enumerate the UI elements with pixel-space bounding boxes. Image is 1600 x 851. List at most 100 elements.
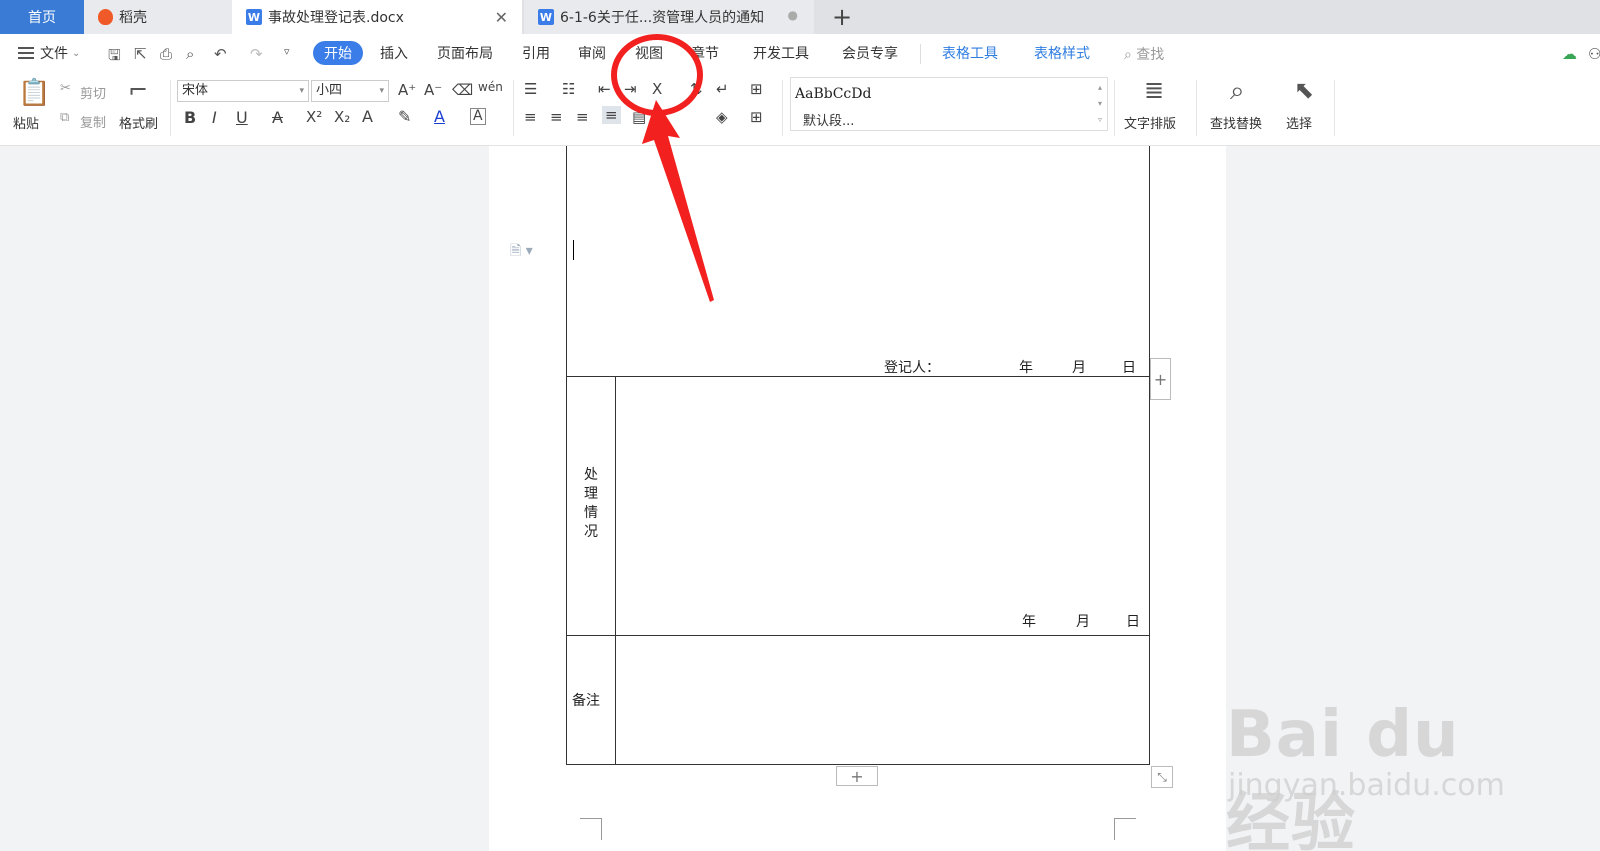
paste-button[interactable]: 粘贴	[13, 113, 39, 132]
search-icon[interactable]: ⌕	[1230, 76, 1245, 107]
word-doc-icon: W	[538, 9, 554, 25]
menu-start[interactable]: 开始	[313, 41, 363, 65]
align-right-icon[interactable]: ≡	[576, 108, 589, 126]
tab-stops-icon[interactable]: ⊞	[750, 80, 763, 98]
watermark-url: jingyan.baidu.com	[1228, 768, 1505, 803]
font-family-select[interactable]: 宋体 ▾	[177, 80, 309, 102]
export-icon[interactable]: ⇱	[134, 45, 147, 63]
cursor-select-icon[interactable]: ⬉	[1294, 76, 1314, 104]
italic-icon[interactable]: I	[212, 108, 217, 127]
font-size-select[interactable]: 小四 ▾	[311, 80, 389, 102]
add-row-button[interactable]: +	[1150, 358, 1171, 400]
handling-label: 处理情况	[584, 467, 598, 540]
select-button[interactable]: 选择	[1286, 113, 1312, 132]
font-family-value: 宋体	[182, 83, 209, 98]
menu-table-style[interactable]: 表格样式	[1034, 43, 1090, 63]
text-layout-icon[interactable]: ≣	[1144, 76, 1164, 104]
menu-table-tools[interactable]: 表格工具	[942, 43, 998, 63]
format-painter-button[interactable]: 格式刷	[119, 113, 158, 132]
ribbon-divider	[513, 80, 514, 136]
user-icon[interactable]: ⚇	[1588, 45, 1600, 63]
text-cursor	[573, 240, 574, 260]
menu-divider	[920, 44, 921, 64]
tab-doc2-label: 6-1-6关于任...资管理人员的通知	[560, 10, 765, 26]
superscript-icon[interactable]: X²	[306, 108, 322, 126]
day-label: 日	[1122, 360, 1136, 376]
style-scroll[interactable]: ▴ ▾ ▿	[1095, 80, 1105, 128]
font-size-value: 小四	[316, 83, 343, 98]
undo-icon[interactable]: ↶	[214, 45, 227, 63]
year-label: 年	[1022, 614, 1036, 630]
show-marks-icon[interactable]: ↵	[716, 80, 729, 98]
customize-toolbar-icon[interactable]: ▿	[284, 45, 290, 58]
numbered-list-icon[interactable]: ☷	[562, 80, 575, 98]
tab-daoke[interactable]: 稻壳	[84, 0, 232, 34]
print-preview-icon[interactable]: ⌕	[186, 45, 194, 63]
chevron-down-icon: ⌄	[72, 47, 81, 59]
unsaved-dot-icon[interactable]: ●	[788, 8, 798, 22]
borders-icon[interactable]: ⊞	[750, 108, 763, 126]
align-center-icon[interactable]: ≡	[550, 108, 563, 126]
grow-font-icon[interactable]: A⁺	[398, 81, 416, 99]
print-icon[interactable]: ⎙	[160, 45, 172, 63]
ribbon-divider	[782, 80, 783, 136]
chevron-down-icon: ▾	[299, 86, 304, 96]
style-name: 默认段...	[803, 114, 855, 129]
redo-icon[interactable]: ↷	[250, 45, 263, 63]
new-tab-button[interactable]: +	[822, 0, 862, 34]
copy-button[interactable]: 复制	[80, 112, 106, 131]
bold-icon[interactable]: B	[184, 108, 196, 127]
find-replace-button[interactable]: 查找替换	[1210, 113, 1262, 132]
copy-icon[interactable]: ⧉	[60, 110, 69, 125]
format-painter-icon[interactable]: ⌐	[128, 76, 148, 104]
font-color-icon[interactable]: A	[434, 107, 445, 126]
menu-developer[interactable]: 开发工具	[753, 43, 809, 63]
text-effect-icon[interactable]: A	[362, 107, 373, 126]
menu-references[interactable]: 引用	[522, 43, 550, 63]
highlight-icon[interactable]: ✎	[398, 107, 411, 126]
justify-icon[interactable]: ≡	[602, 106, 621, 124]
tab-doc1-label: 事故处理登记表.docx	[268, 10, 404, 26]
style-gallery[interactable]: AaBbCcDd 默认段... ▴ ▾ ▿	[790, 77, 1108, 131]
tab-home-label: 首页	[28, 10, 56, 26]
phonetic-guide-icon[interactable]: wén	[478, 80, 503, 94]
cloud-sync-icon[interactable]: ☁	[1562, 45, 1577, 63]
style-sample: AaBbCcDd	[795, 86, 872, 102]
subscript-icon[interactable]: X₂	[334, 108, 350, 126]
cut-icon[interactable]: ✂	[60, 81, 71, 96]
text-layout-button[interactable]: 文字排版	[1124, 113, 1176, 132]
document-icon[interactable]: 🗎 ▾	[510, 240, 533, 264]
underline-icon[interactable]: U	[236, 108, 248, 127]
search-command[interactable]: ⌕ 查找	[1124, 44, 1164, 64]
menu-member[interactable]: 会员专享	[842, 43, 898, 63]
ribbon-divider	[1114, 80, 1115, 136]
tab-home[interactable]: 首页	[0, 0, 84, 34]
char-border-icon[interactable]: A	[470, 108, 486, 125]
menu-page-layout[interactable]: 页面布局	[437, 43, 493, 63]
cut-button[interactable]: 剪切	[80, 83, 106, 102]
align-left-icon[interactable]: ≡	[524, 108, 537, 126]
month-label: 月	[1076, 614, 1090, 630]
close-icon[interactable]: ✕	[495, 8, 508, 27]
tab-bar: 首页 稻壳 W 事故处理登记表.docx ✕ W 6-1-6关于任...资管理人…	[0, 0, 1600, 34]
menu-insert[interactable]: 插入	[380, 43, 408, 63]
file-menu[interactable]: 文件 ⌄	[18, 43, 80, 63]
strikethrough-icon[interactable]: A	[272, 108, 283, 127]
tab-document-active[interactable]: W 事故处理登记表.docx ✕	[232, 0, 522, 34]
ribbon-toolbar: 📋 粘贴 ✂ 剪切 ⧉ 复制 ⌐ 格式刷 宋体 ▾ 小四 ▾ A⁺ A⁻ ⌫ w…	[0, 72, 1600, 146]
margin-corner-mark	[1114, 818, 1136, 840]
file-menu-label: 文件	[40, 46, 68, 62]
clear-format-icon[interactable]: ⌫	[452, 81, 473, 99]
tab-daoke-label: 稻壳	[119, 10, 147, 26]
shrink-font-icon[interactable]: A⁻	[424, 81, 442, 99]
save-icon[interactable]: 🖫	[108, 45, 121, 70]
decrease-indent-icon[interactable]: ⇤	[598, 80, 611, 98]
table-resize-handle[interactable]: ⤡	[1151, 766, 1173, 788]
bullet-list-icon[interactable]: ☰	[524, 80, 537, 98]
add-row-bottom-button[interactable]: +	[836, 766, 878, 786]
hamburger-icon	[18, 47, 34, 59]
paste-icon[interactable]: 📋	[18, 78, 50, 108]
search-icon: ⌕	[1124, 47, 1132, 63]
tab-document-2[interactable]: W 6-1-6关于任...资管理人员的通知 ●	[524, 0, 814, 34]
menu-review[interactable]: 审阅	[578, 43, 606, 63]
